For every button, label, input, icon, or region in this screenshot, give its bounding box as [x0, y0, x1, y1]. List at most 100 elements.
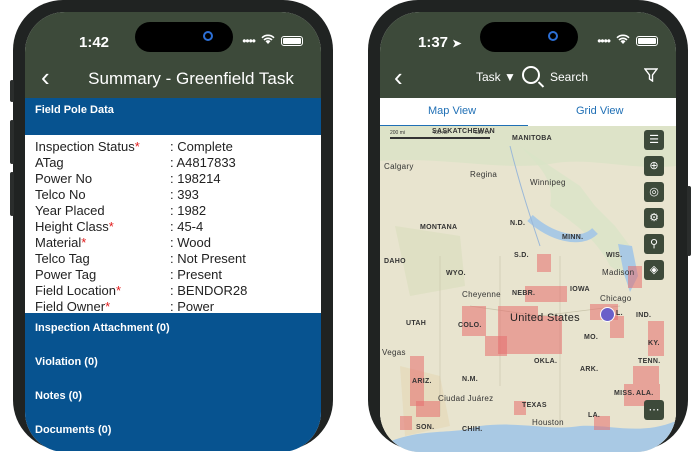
search-icon[interactable] — [522, 66, 540, 84]
field-value: : 393 — [170, 187, 199, 202]
field-value: : Not Present — [170, 251, 246, 266]
map-view[interactable]: 200 mi 400 mi 600 mi SASKATCHEWAN MANITO… — [380, 126, 676, 452]
section-documents[interactable]: Documents (0) — [25, 417, 321, 451]
status-bar: 1:37 ➤ •••• — [380, 12, 676, 60]
map-label: WIS. — [606, 252, 623, 259]
status-time: 1:37 ➤ — [418, 34, 462, 51]
map-label: United States — [510, 312, 580, 324]
data-tile — [485, 336, 507, 356]
map-label: Ciudad Juárez — [438, 394, 494, 403]
settings-icon[interactable]: ⚙ — [644, 208, 664, 228]
location-arrow-icon: ➤ — [452, 38, 462, 50]
back-chevron-icon[interactable]: ‹ — [394, 62, 403, 93]
pin-icon[interactable]: ⚲ — [644, 234, 664, 254]
required-star: * — [115, 283, 122, 298]
required-star: * — [105, 299, 111, 314]
map-label: N.D. — [510, 220, 526, 227]
tab-grid-view[interactable]: Grid View — [576, 105, 623, 117]
left-phone: 1:42 •••• ‹ Summary - Greenfield Task Fi… — [10, 0, 333, 452]
battery-icon — [636, 36, 658, 46]
camera-icon — [548, 31, 558, 41]
field-value: : 198214 — [170, 171, 221, 186]
field-row: Year Placed: 1982 — [35, 203, 311, 219]
data-tile — [462, 306, 486, 336]
wifi-icon — [261, 34, 275, 48]
field-list: Inspection Status*: Complete ATag: A4817… — [25, 135, 321, 314]
search-label[interactable]: Search — [550, 70, 588, 84]
field-value: : A4817833 — [170, 155, 236, 170]
map-label: NEBR. — [512, 290, 536, 297]
field-row: Field Location*: BENDOR28 — [35, 283, 311, 299]
grid-dots-icon[interactable]: ⋯ — [644, 400, 664, 420]
section-header-field-pole-data: Field Pole Data — [25, 98, 321, 135]
map-label: Madison — [602, 268, 635, 277]
map-label: TENN. — [638, 358, 661, 365]
nav-bar: ‹ Summary - Greenfield Task — [25, 60, 321, 98]
map-label: N.M. — [462, 376, 478, 383]
map-label: ARK. — [580, 366, 599, 373]
status-time: 1:42 — [79, 34, 110, 51]
field-value: : 45-4 — [170, 219, 204, 234]
map-label: IND. — [636, 312, 652, 319]
field-row: Height Class* : 45-4 — [35, 219, 311, 235]
right-phone: 1:37 ➤ •••• ‹ Task ▼ Search Map View Gri… — [368, 0, 691, 452]
status-icons: •••• — [597, 34, 658, 48]
task-dropdown[interactable]: Task ▼ — [476, 70, 516, 84]
field-value: : Wood — [170, 235, 211, 250]
map-label: Regina — [470, 170, 498, 179]
field-row: ATag: A4817833 — [35, 155, 311, 171]
map-label: MONTANA — [420, 224, 458, 231]
field-label: Power Tag — [35, 267, 97, 282]
field-row: Power No: 198214 — [35, 171, 311, 187]
required-star: * — [134, 139, 140, 154]
field-label: Material — [35, 235, 82, 250]
map-label: Cheyenne — [462, 290, 501, 299]
tab-map-view[interactable]: Map View — [428, 105, 476, 117]
section-violation[interactable]: Violation (0) — [25, 349, 321, 383]
signal-icon: •••• — [597, 34, 611, 48]
crosshair-icon[interactable]: ⊕ — [644, 156, 664, 176]
section-list: Inspection Attachment (0) Violation (0) … — [25, 313, 321, 451]
field-label: Field Owner — [35, 299, 106, 314]
globe-icon[interactable]: ◎ — [644, 182, 664, 202]
map-label: SASKATCHEWAN — [432, 128, 495, 135]
map-label: L. — [616, 310, 623, 317]
map-label: Houston — [532, 418, 564, 427]
field-label: Telco Tag — [35, 251, 90, 266]
signal-icon: •••• — [242, 34, 256, 48]
field-label: Height Class — [35, 219, 109, 234]
field-value: : Present — [170, 267, 223, 282]
status-bar: 1:42 •••• — [25, 12, 321, 60]
required-star: * — [108, 219, 114, 234]
data-tile — [537, 254, 551, 272]
section-notes[interactable]: Notes (0) — [25, 383, 321, 417]
field-value: : Complete — [170, 139, 233, 154]
field-row: Inspection Status* : Complete — [35, 139, 311, 155]
map-label: UTAH — [406, 320, 427, 327]
dropdown-caret-icon: ▼ — [504, 70, 516, 84]
map-label: MINN. — [562, 234, 584, 241]
field-label: Telco No — [35, 187, 86, 202]
map-label: ARIZ. — [412, 378, 432, 385]
map-label: WYO. — [446, 270, 466, 277]
field-label: Inspection Status — [35, 139, 135, 154]
dynamic-island — [135, 22, 233, 52]
map-label: Winnipeg — [530, 178, 566, 187]
map-label: Chicago — [600, 294, 632, 303]
current-location-dot[interactable] — [600, 307, 615, 322]
section-inspection-attachment[interactable]: Inspection Attachment (0) — [25, 315, 321, 349]
view-tabs: Map View Grid View — [380, 98, 676, 127]
data-tile — [416, 401, 440, 417]
map-label: COLO. — [458, 322, 482, 329]
filter-icon[interactable] — [643, 68, 659, 87]
camera-icon — [203, 31, 213, 41]
page-title: Summary - Greenfield Task — [88, 69, 294, 88]
layers-icon[interactable]: ◈ — [644, 260, 664, 280]
map-label: MISS. — [614, 390, 635, 397]
list-icon[interactable]: ☰ — [644, 130, 664, 150]
dynamic-island — [480, 22, 578, 52]
wifi-icon — [616, 34, 630, 48]
field-label: Field Location — [35, 283, 116, 298]
map-label: S.D. — [514, 252, 529, 259]
data-tile — [633, 366, 659, 384]
